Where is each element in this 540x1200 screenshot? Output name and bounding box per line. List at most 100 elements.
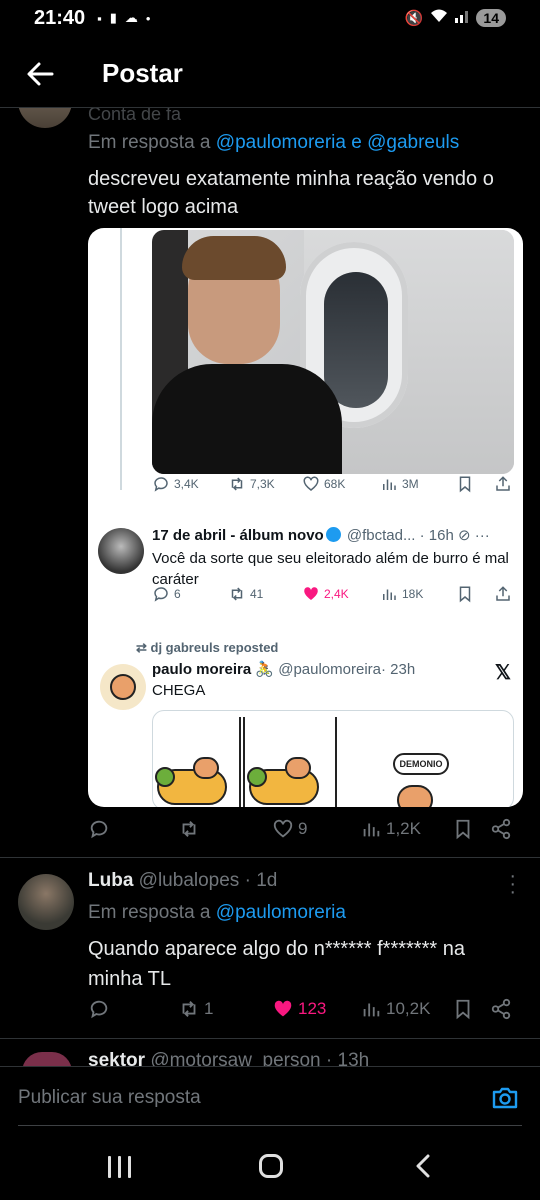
share-button[interactable] [490,818,512,840]
comic-strip-image: DEMONIO [152,710,514,807]
reply-icon [154,587,168,602]
more-icon: ··· [474,527,490,544]
divider [0,857,540,858]
reply-mentions-link[interactable]: @paulomoreria e @gabreuls [216,132,459,153]
views-icon [363,1003,380,1017]
reply-button[interactable] [88,818,114,840]
reply-actions: 1 123 10,2K [0,998,540,1028]
embedded-tweet-header: paulo moreira 🚴 @paulomoreira· 23h [152,661,416,678]
notification-icon: ▪ [97,10,102,26]
reply-time: · 1d [244,870,278,891]
reply-context: Em resposta a @paulomoreria [88,902,346,923]
embedded-tweet-text: CHEGA [152,682,206,699]
embedded-view-count: 18K [380,585,423,603]
repost-button[interactable] [178,818,204,840]
embedded-like-count: 68K [302,475,345,493]
repost-icon [231,587,243,601]
signal-icon [455,9,469,27]
reply-mention-link[interactable]: @paulomoreria [216,902,346,923]
avatar [100,664,146,710]
status-bar: 21:40 ▪ ▮ ☁ • 🔇 14 [0,0,540,36]
like-button[interactable]: 9 [272,818,307,840]
embedded-like-count: 2,4K [302,585,349,603]
reply-header: sektor @motorsaw_person · 13h [88,1050,370,1066]
status-left-icons: ▪ ▮ ☁ • [97,10,150,26]
like-button[interactable]: 123 [272,998,326,1020]
recents-button-icon[interactable] [108,1156,134,1178]
reply-text: Quando aparece algo do n****** f******* … [88,938,465,990]
system-nav-bar [0,1132,540,1200]
repost-label: ⇄ dj gabreuls reposted [136,640,279,655]
avatar [98,528,144,574]
reply-composer[interactable]: Publicar sua resposta [0,1066,540,1132]
share-icon [494,585,512,603]
embedded-screenshot-image[interactable]: 3,4K 7,3K 68K 3M 17 de abril - álbum nov… [88,228,523,807]
bookmark-icon [456,585,474,603]
status-time: 21:40 [34,6,86,29]
tweet-actions: 9 1,2K [0,818,540,848]
reply-icon [90,820,108,839]
views-button[interactable]: 1,2K [360,818,421,840]
bookmark-icon [456,999,470,1020]
verified-badge-icon [325,527,341,542]
bookmark-icon [456,819,470,840]
reply-context: Em resposta a @paulomoreria e @gabreuls [88,132,459,154]
bookmark-icon [456,475,474,493]
repost-icon: ⇄ [136,640,151,655]
heart-icon [273,819,293,838]
reply-author-name[interactable]: Luba [88,870,133,891]
embedded-tweet-text: Você da sorte que seu eleitorado além de… [152,550,509,588]
divider [0,1038,540,1039]
page-title: Postar [102,58,183,88]
share-icon [491,818,511,840]
reply-icon [154,477,168,492]
cloud-icon: ☁ [124,10,138,25]
heart-icon [303,476,319,491]
status-right-icons: 🔇 14 [405,9,506,27]
views-button[interactable]: 10,2K [360,998,430,1020]
embedded-reply-count: 6 [152,585,181,603]
notification-icon: ▮ [109,10,117,25]
battery-badge: 14 [476,9,506,27]
back-arrow-icon[interactable] [24,58,56,90]
home-button-icon[interactable] [259,1154,283,1178]
embedded-repost-count: 7,3K [228,475,275,493]
embedded-tweet-reply: 17 de abril - álbum novo @fbctad... · 16… [88,524,523,624]
dot-icon: • [145,10,151,26]
wifi-icon [430,9,448,27]
x-logo-icon: 𝕏 [494,662,511,684]
heart-filled-icon [304,587,318,600]
mute-icon: 🔇 [404,10,424,27]
repost-icon [231,477,243,491]
views-icon [363,823,380,837]
repost-button[interactable]: 1 [178,998,213,1020]
embedded-tweet-header: 17 de abril - álbum novo @fbctad... · 16… [152,527,490,544]
bookmark-button[interactable] [452,998,474,1020]
top-header: Postar [0,40,540,108]
back-nav-icon[interactable] [412,1154,434,1178]
reply-button[interactable] [88,998,110,1020]
thread-line [120,228,122,490]
heart-filled-icon [274,1000,292,1017]
embedded-view-count: 3M [380,475,419,493]
comic-speech-bubble: DEMONIO [393,753,449,775]
share-icon [494,475,512,493]
share-button[interactable] [490,998,512,1020]
reply-header: Luba @lubalopes · 1d [88,870,277,892]
more-options-icon[interactable]: · · · [509,866,516,902]
reply-author-handle: @lubalopes [138,870,240,891]
camera-icon[interactable] [490,1083,520,1113]
reply-icon [90,1000,108,1019]
airplane-selfie-photo [152,230,514,474]
reply-avatar[interactable] [18,874,74,930]
repost-icon [182,1001,196,1017]
grok-icon: ⊘ [458,527,475,544]
views-icon [383,589,396,600]
embedded-repost-count: 41 [228,585,263,603]
views-icon [383,479,396,490]
embedded-reply-count: 3,4K [152,475,199,493]
reply-prefix: Em resposta a [88,132,211,153]
bookmark-button[interactable] [452,818,474,840]
reply-input-placeholder[interactable]: Publicar sua resposta [18,1087,201,1109]
share-icon [491,998,511,1020]
